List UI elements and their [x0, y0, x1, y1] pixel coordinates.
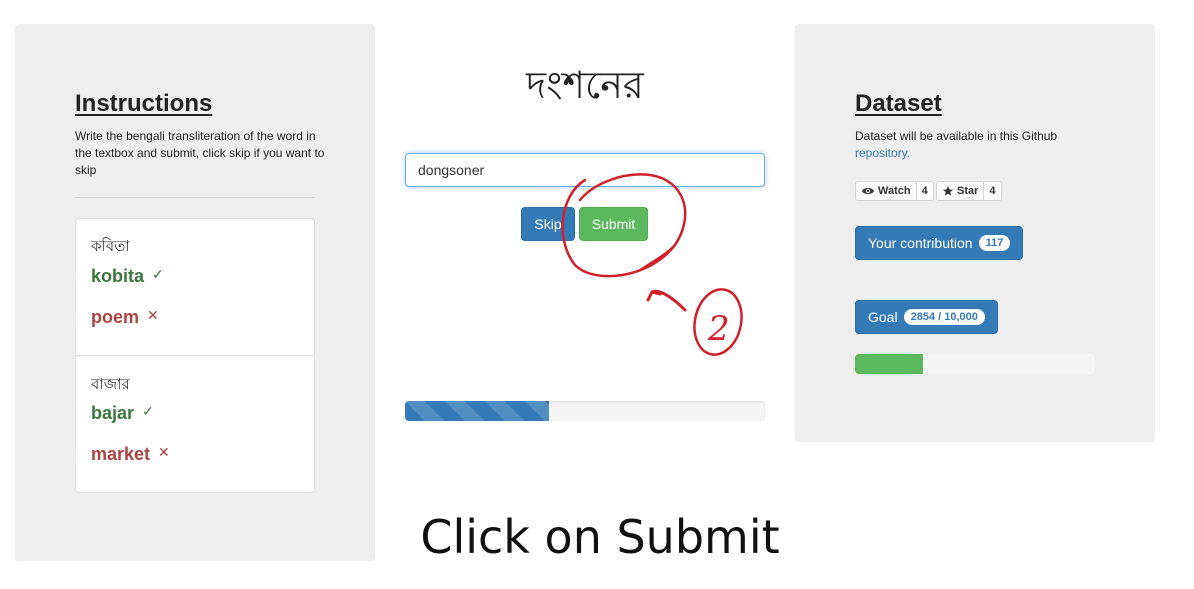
example-item: কবিতা kobita ✓ poem ✕: [76, 219, 314, 355]
goal-label: Goal: [868, 309, 898, 325]
star-icon: [943, 186, 953, 196]
watch-label: Watch: [878, 185, 911, 197]
dataset-heading: Dataset: [855, 90, 942, 117]
watch-count[interactable]: 4: [916, 181, 934, 201]
correct-answer-text: kobita: [91, 266, 145, 286]
example-correct-answer: bajar ✓: [91, 403, 154, 424]
watch-button[interactable]: Watch: [855, 181, 917, 201]
annotation-number: 2: [707, 309, 730, 349]
repository-link[interactable]: repository.: [855, 146, 910, 160]
correct-answer-text: bajar: [91, 403, 135, 423]
github-watch-widget[interactable]: Watch 4: [855, 181, 934, 201]
contribution-count-badge: 117: [978, 235, 1011, 251]
dataset-panel: Dataset Dataset will be available in thi…: [795, 24, 1155, 442]
contribution-button[interactable]: Your contribution 117: [855, 226, 1024, 260]
divider: [75, 197, 315, 198]
annotation-circle-tail: [639, 244, 676, 271]
goal-progress-fill: [855, 354, 924, 374]
contribution-label: Your contribution: [868, 235, 973, 251]
example-wrong-answer: market ✕: [91, 444, 170, 465]
goal-value-badge: 2854 / 10,000: [903, 309, 985, 325]
wrong-answer-text: market: [91, 444, 151, 464]
examples-list: কবিতা kobita ✓ poem ✕ বাজার bajar ✓ market ✕: [75, 218, 315, 493]
caption-text: Click on Submit: [420, 510, 780, 564]
dataset-description: Dataset will be available in this Github: [855, 129, 1058, 143]
example-bengali-word: কবিতা: [91, 238, 130, 255]
annotation-overlay: 2: [561, 173, 743, 356]
task-progress-bar: [405, 401, 765, 421]
bengali-word-prompt: দংশনের: [526, 63, 644, 107]
goal-button[interactable]: Goal 2854 / 10,000: [855, 300, 998, 334]
example-bengali-word: বাজার: [91, 376, 130, 393]
wrong-answer-text: poem: [91, 307, 140, 327]
example-wrong-answer: poem ✕: [91, 307, 159, 328]
annotation-arrow: [646, 289, 687, 312]
star-count[interactable]: 4: [984, 181, 1002, 201]
eye-icon: [862, 188, 874, 194]
github-star-widget[interactable]: Star 4: [936, 181, 1002, 201]
instructions-heading: Instructions: [75, 90, 213, 117]
task-progress-fill: [405, 401, 549, 421]
instructions-text: Write the bengali transliteration of the…: [75, 129, 325, 177]
cross-icon: ✕: [158, 444, 170, 460]
cross-icon: ✕: [147, 307, 159, 323]
star-button[interactable]: Star: [936, 181, 985, 201]
goal-progress-bar: [855, 354, 1095, 374]
example-item: বাজার bajar ✓ market ✕: [76, 355, 314, 492]
example-correct-answer: kobita ✓: [91, 266, 164, 287]
dataset-text: Dataset will be available in this Github…: [855, 128, 1105, 162]
annotation-circle: [561, 173, 687, 278]
star-label: Star: [957, 185, 979, 197]
check-icon: ✓: [152, 266, 164, 282]
instructions-panel: Instructions Write the bengali translite…: [15, 24, 375, 561]
check-icon: ✓: [142, 403, 154, 419]
